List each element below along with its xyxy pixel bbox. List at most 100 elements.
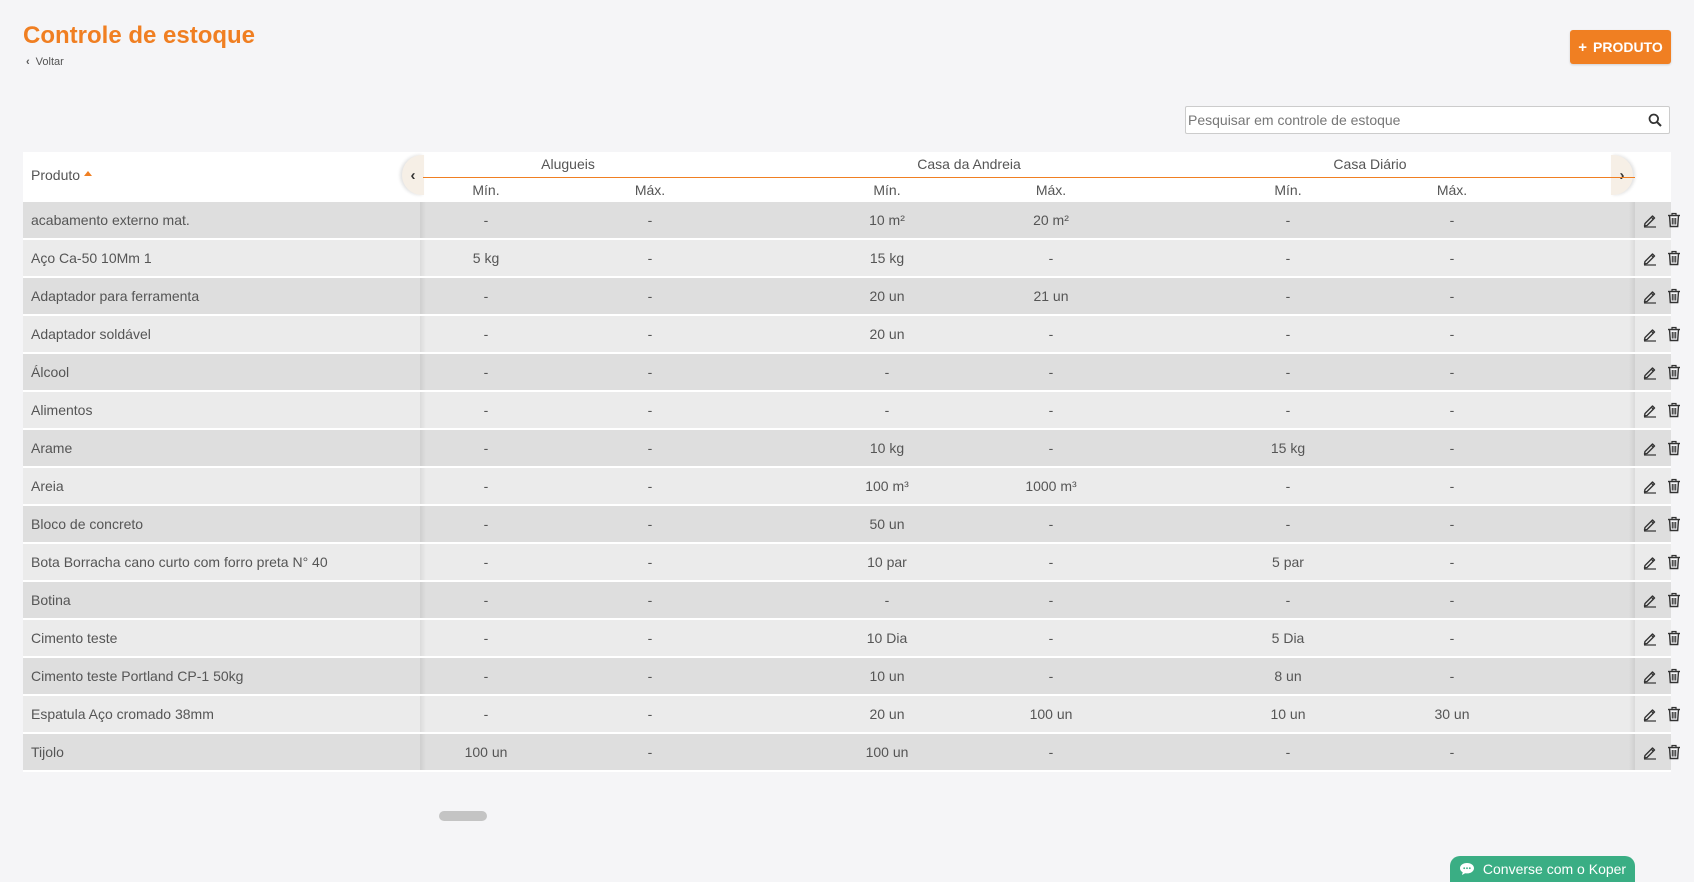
scroll-shadow-right [1629,582,1635,618]
product-name: acabamento externo mat. [31,212,190,228]
row-actions [1641,211,1682,228]
chat-bubble-icon [1459,863,1474,875]
min-value-cell: 100 un [464,744,508,760]
edit-icon[interactable] [1641,211,1658,228]
chat-button[interactable]: Converse com o Koper [1450,856,1635,882]
horizontal-scrollbar[interactable] [439,811,487,821]
max-value-cell: - [647,592,653,608]
edit-icon[interactable] [1641,553,1658,570]
edit-icon[interactable] [1641,515,1658,532]
trash-icon[interactable] [1665,591,1682,608]
edit-icon[interactable] [1641,743,1658,760]
table-row[interactable]: Areia - - 100 m³ 1000 m³ - - [23,468,1680,506]
scroll-shadow-right [1629,316,1635,352]
trash-icon[interactable] [1665,401,1682,418]
table-row[interactable]: Bloco de concreto - - 50 un - - - [23,506,1680,544]
trash-icon[interactable] [1665,249,1682,266]
trash-icon[interactable] [1665,629,1682,646]
search-input[interactable] [1186,111,1641,129]
max-value-cell: 21 un [1033,288,1069,304]
trash-icon[interactable] [1665,667,1682,684]
edit-icon[interactable] [1641,287,1658,304]
product-name: Espatula Aço cromado 38mm [31,706,214,722]
table-row[interactable]: Alimentos - - - - - - [23,392,1680,430]
product-name: Bota Borracha cano curto com forro preta… [31,554,328,570]
min-value-cell: - [483,326,489,342]
max-value-cell: - [1449,326,1455,342]
min-value-cell: 10 un [1270,706,1306,722]
chat-label: Converse com o Koper [1482,861,1627,877]
edit-icon[interactable] [1641,363,1658,380]
table-row[interactable]: Adaptador soldável - - 20 un - - - [23,316,1680,354]
max-value-cell: - [647,554,653,570]
scroll-right-button[interactable]: › [1611,155,1633,195]
trash-icon[interactable] [1665,477,1682,494]
search-icon[interactable] [1641,113,1669,127]
group-header: Alugueis [541,156,595,172]
edit-icon[interactable] [1641,591,1658,608]
trash-icon[interactable] [1665,211,1682,228]
min-value-cell: 10 m² [869,212,905,228]
max-value-cell: - [1449,250,1455,266]
edit-icon[interactable] [1641,705,1658,722]
trash-icon[interactable] [1665,515,1682,532]
table-row[interactable]: Cimento teste - - 10 Dia - 5 Dia - [23,620,1680,658]
trash-icon[interactable] [1665,287,1682,304]
table-row[interactable]: Adaptador para ferramenta - - 20 un 21 un - - [23,278,1680,316]
scroll-shadow-right [1629,240,1635,276]
row-actions [1641,553,1682,570]
edit-icon[interactable] [1641,477,1658,494]
trash-icon[interactable] [1665,743,1682,760]
table-row[interactable]: Botina - - - - - - [23,582,1680,620]
max-value-cell: - [1449,440,1455,456]
edit-icon[interactable] [1641,249,1658,266]
trash-icon[interactable] [1665,705,1682,722]
table-row[interactable]: Bota Borracha cano curto com forro preta… [23,544,1680,582]
trash-icon[interactable] [1665,363,1682,380]
min-value-cell: - [483,212,489,228]
trash-icon[interactable] [1665,325,1682,342]
row-actions [1641,667,1682,684]
max-value-cell: - [1449,744,1455,760]
table-row[interactable]: Tijolo 100 un - 100 un - - - [23,734,1680,772]
edit-icon[interactable] [1641,401,1658,418]
max-value-cell: - [647,364,653,380]
min-value-cell: 10 Dia [866,630,908,646]
min-value-cell: - [1285,402,1291,418]
scroll-shadow-right [1629,278,1635,314]
trash-icon[interactable] [1665,553,1682,570]
scroll-shadow-right [1629,468,1635,504]
product-name: Botina [31,592,71,608]
table-row[interactable]: Cimento teste Portland CP-1 50kg - - 10 un -… [23,658,1680,696]
max-value-cell: - [647,440,653,456]
edit-icon[interactable] [1641,629,1658,646]
row-actions [1641,515,1682,532]
edit-icon[interactable] [1641,325,1658,342]
min-value-cell: - [483,630,489,646]
row-actions [1641,705,1682,722]
row-actions [1641,629,1682,646]
max-value-cell: - [1048,744,1054,760]
row-actions [1641,477,1682,494]
product-column-header[interactable]: Produto [31,167,93,183]
max-value-cell: - [1449,402,1455,418]
max-value-cell: - [647,706,653,722]
max-value-cell: 20 m² [1033,212,1069,228]
min-value-cell: 5 kg [472,250,500,266]
table-row[interactable]: Arame - - 10 kg - 15 kg - [23,430,1680,468]
edit-icon[interactable] [1641,439,1658,456]
table-row[interactable]: Álcool - - - - - - [23,354,1680,392]
back-link[interactable]: ‹ Voltar [26,56,64,68]
max-value-cell: - [647,478,653,494]
table-row[interactable]: acabamento externo mat. - - 10 m² 20 m² - - [23,202,1680,240]
table-row[interactable]: Espatula Aço cromado 38mm - - 20 un 100 un 10… [23,696,1680,734]
scroll-shadow-right [1629,202,1635,238]
edit-icon[interactable] [1641,667,1658,684]
table-row[interactable]: Aço Ca-50 10Mm 1 5 kg - 15 kg - - - [23,240,1680,278]
trash-icon[interactable] [1665,439,1682,456]
add-product-button[interactable]: + PRODUTO [1570,30,1671,64]
scroll-left-button[interactable]: ‹ [402,155,424,195]
max-value-cell: - [1048,326,1054,342]
min-value-cell: 20 un [869,706,905,722]
max-value-cell: - [1449,516,1455,532]
